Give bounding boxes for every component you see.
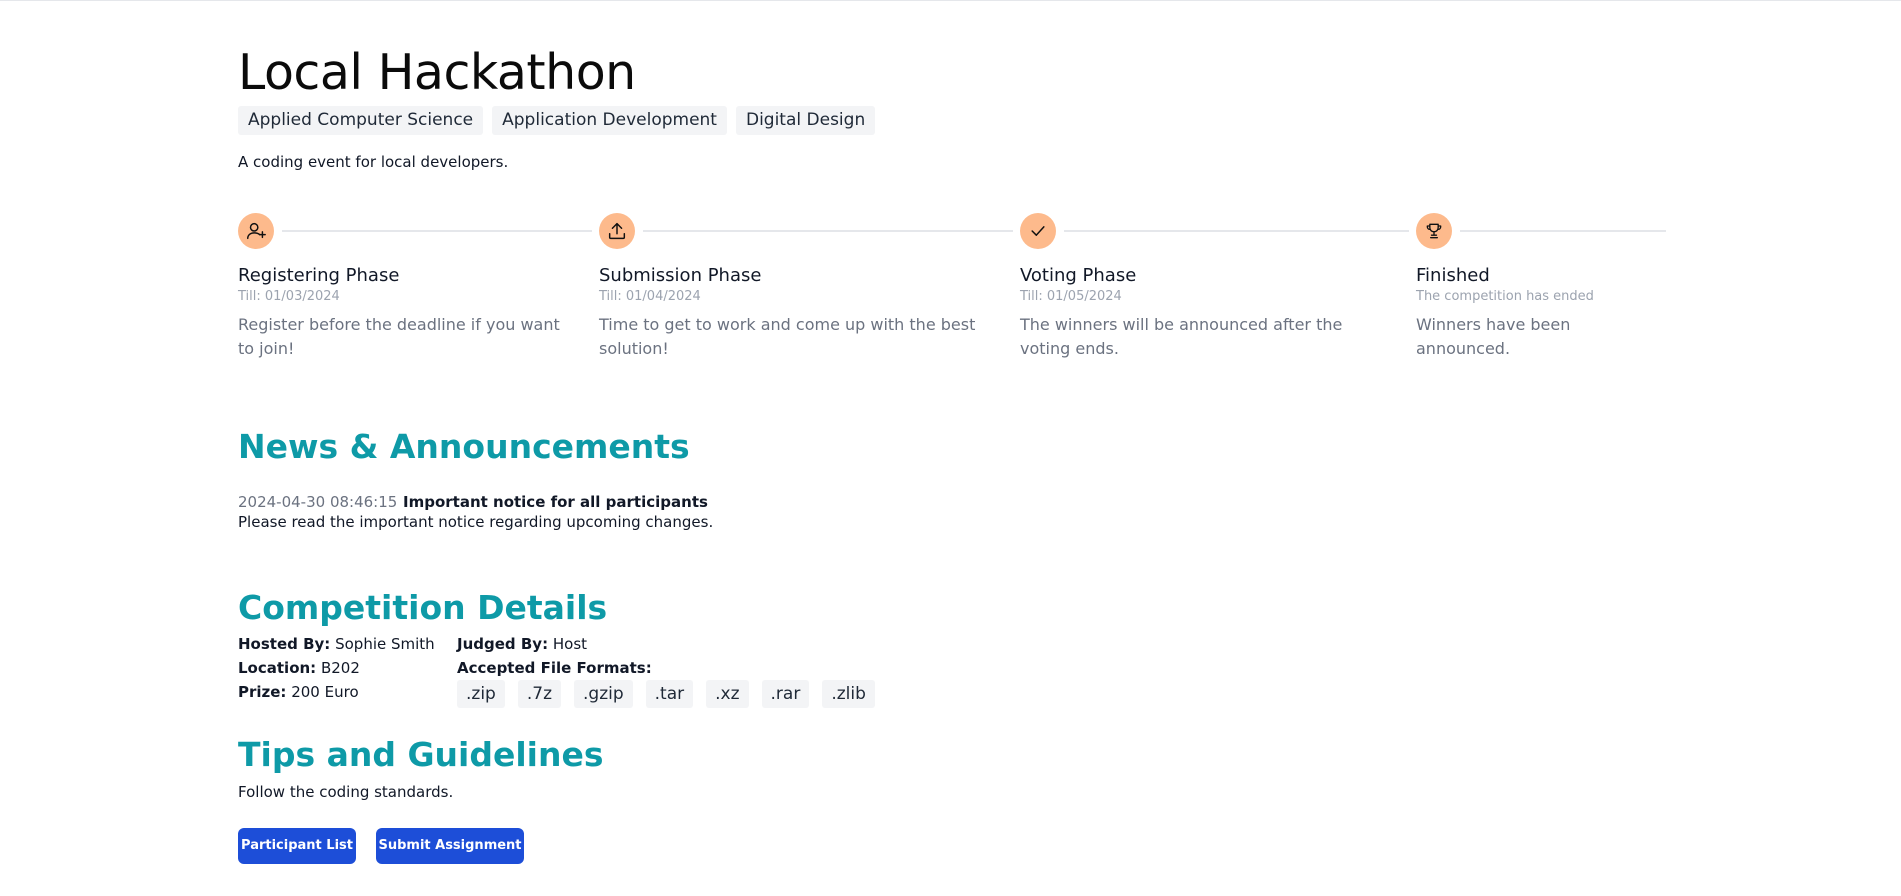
judged-by-value: Host	[552, 635, 588, 653]
page-title: Local Hackathon	[238, 44, 636, 101]
phase-name: Submission Phase	[599, 265, 762, 286]
submit-assignment-button[interactable]: Submit Assignment	[376, 828, 524, 864]
upload-icon	[599, 213, 635, 249]
location-label: Location:	[238, 659, 317, 677]
location: Location: B202	[238, 659, 360, 677]
trophy-icon	[1416, 213, 1452, 249]
prize-label: Prize:	[238, 683, 287, 701]
phase-registering: Registering Phase Till: 01/03/2024 Regis…	[238, 213, 598, 358]
phase-name: Registering Phase	[238, 265, 400, 286]
phase-finished: Finished The competition has ended Winne…	[1416, 213, 1666, 358]
judged-by: Judged By: Host	[457, 635, 587, 653]
timeline-connector	[643, 230, 1013, 232]
format-tag: .zlib	[822, 680, 875, 708]
phase-deadline: Till: 01/05/2024	[1020, 289, 1122, 304]
news-timestamp: 2024-04-30 08:46:15	[238, 493, 398, 511]
tag: Digital Design	[735, 106, 876, 135]
participant-list-button[interactable]: Participant List	[238, 828, 356, 864]
format-tag: .zip	[457, 680, 505, 708]
tips-text: Follow the coding standards.	[238, 783, 454, 801]
phase-name: Finished	[1416, 265, 1490, 286]
phase-status: The competition has ended	[1416, 289, 1594, 304]
format-tag: .7z	[517, 680, 561, 708]
user-plus-icon	[238, 213, 274, 249]
accepted-formats-list: .zip .7z .gzip .tar .xz .rar .zlib	[457, 680, 875, 708]
format-tag: .rar	[761, 680, 810, 708]
hosted-by-value: Sophie Smith	[335, 635, 435, 653]
hosted-by-label: Hosted By:	[238, 635, 331, 653]
phase-description: Register before the deadline if you want…	[238, 315, 560, 358]
tag: Application Development	[492, 106, 727, 135]
phase-deadline: Till: 01/04/2024	[599, 289, 701, 304]
format-tag: .tar	[645, 680, 694, 708]
prize: Prize: 200 Euro	[238, 683, 359, 701]
accepted-formats-label-text: Accepted File Formats:	[457, 659, 652, 677]
phase-name: Voting Phase	[1020, 265, 1137, 286]
phase-voting: Voting Phase Till: 01/05/2024 The winner…	[1020, 213, 1415, 358]
timeline-connector	[1460, 230, 1666, 232]
tips-heading: Tips and Guidelines	[238, 735, 604, 774]
phase-description: Winners have been announced.	[1416, 315, 1571, 358]
phase-deadline: Till: 01/03/2024	[238, 289, 340, 304]
location-value: B202	[320, 659, 360, 677]
check-icon	[1020, 213, 1056, 249]
phase-description: The winners will be announced after the …	[1020, 315, 1343, 358]
timeline-connector	[1064, 230, 1409, 232]
format-tag: .xz	[706, 680, 749, 708]
phase-description: Time to get to work and come up with the…	[599, 315, 976, 358]
news-heading: News & Announcements	[238, 427, 690, 466]
hosted-by: Hosted By: Sophie Smith	[238, 635, 435, 653]
accepted-formats-label: Accepted File Formats:	[457, 659, 652, 677]
tag: Applied Computer Science	[238, 106, 484, 135]
news-body: Please read the important notice regardi…	[238, 513, 714, 531]
tag-list: Applied Computer Science Application Dev…	[238, 106, 876, 135]
phase-submission: Submission Phase Till: 01/04/2024 Time t…	[599, 213, 1019, 358]
competition-description: A coding event for local developers.	[238, 153, 509, 171]
details-heading: Competition Details	[238, 588, 608, 627]
format-tag: .gzip	[574, 680, 633, 708]
timeline-connector	[282, 230, 592, 232]
news-title: Important notice for all participants	[403, 493, 708, 511]
prize-value: 200 Euro	[291, 683, 359, 701]
judged-by-label: Judged By:	[457, 635, 549, 653]
